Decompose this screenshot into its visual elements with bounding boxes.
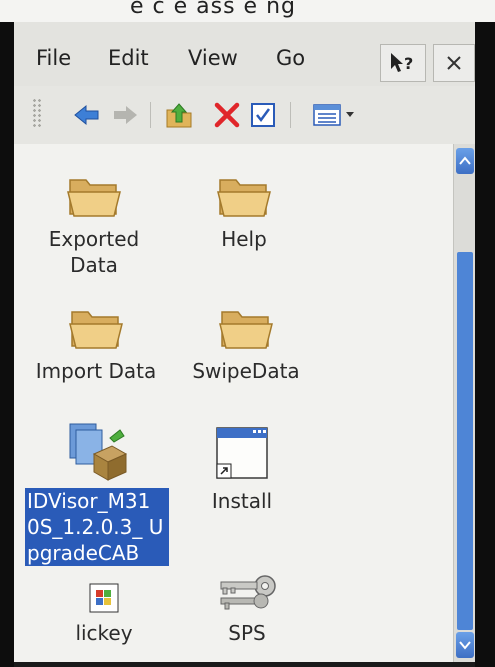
cab-package-icon xyxy=(69,423,128,481)
app-icon xyxy=(89,583,119,613)
file-label-selected: IDVisor_M31 0S_1.2.0.3_ UpgradeCAB xyxy=(25,488,169,566)
file-label: Import Data xyxy=(35,359,157,383)
scroll-up-button[interactable] xyxy=(456,148,474,174)
folder-icon xyxy=(67,179,121,217)
toolbar-separator xyxy=(150,102,151,128)
file-label: SwipeData xyxy=(192,359,300,383)
back-arrow-icon xyxy=(74,104,99,126)
file-label: Install xyxy=(211,489,273,513)
delete-x-icon xyxy=(214,102,240,128)
folder-icon xyxy=(69,311,123,349)
shortcut-window-icon xyxy=(216,427,268,479)
up-folder-button[interactable] xyxy=(162,98,196,132)
file-label: Help xyxy=(221,227,267,251)
file-item-exported-data[interactable]: Exported Data xyxy=(32,170,156,278)
file-label: SPS xyxy=(228,621,266,645)
top-strip: e c e ass e ng xyxy=(0,0,495,22)
view-list-icon xyxy=(313,104,354,126)
file-item-sps[interactable]: SPS xyxy=(202,570,292,646)
file-item-install[interactable]: Install xyxy=(192,424,292,514)
menu-edit[interactable]: Edit xyxy=(108,46,149,70)
vertical-scrollbar[interactable] xyxy=(453,144,475,662)
file-item-idvisor-upgradecab[interactable]: IDVisor_M31 0S_1.2.0.3_ UpgradeCAB xyxy=(22,420,172,566)
close-button[interactable] xyxy=(433,44,475,82)
chevron-down-icon xyxy=(459,641,471,650)
keys-icon xyxy=(220,575,276,610)
close-icon xyxy=(447,56,461,70)
svg-text:?: ? xyxy=(404,54,413,73)
forward-arrow-icon xyxy=(114,106,137,124)
delete-button[interactable] xyxy=(210,98,244,132)
file-label: Exported Data xyxy=(48,227,140,277)
properties-button[interactable] xyxy=(246,98,280,132)
scroll-down-button[interactable] xyxy=(456,632,474,658)
help-button[interactable]: ? xyxy=(380,44,426,82)
file-item-lickey[interactable]: lickey xyxy=(54,582,154,646)
toolbar-separator xyxy=(290,102,291,128)
device-bezel-left xyxy=(0,22,14,667)
back-button[interactable] xyxy=(70,98,104,132)
menu-bar: File Edit View Go ? xyxy=(14,22,475,86)
scroll-thumb[interactable] xyxy=(457,252,473,630)
menu-go[interactable]: Go xyxy=(276,46,305,70)
file-label: lickey xyxy=(75,621,133,645)
help-arrow-icon: ? xyxy=(391,53,413,73)
screen: File Edit View Go ? Exported Data Help I… xyxy=(14,22,475,662)
menu-view[interactable]: View xyxy=(188,46,238,70)
chevron-up-icon xyxy=(459,156,471,165)
file-item-help[interactable]: Help xyxy=(194,170,294,252)
folder-icon xyxy=(219,311,273,349)
forward-button[interactable] xyxy=(108,98,142,132)
folder-up-icon xyxy=(166,103,192,128)
file-item-import-data[interactable]: Import Data xyxy=(28,302,164,384)
folder-icon xyxy=(217,179,271,217)
properties-icon xyxy=(251,103,275,127)
toolbar-grip[interactable] xyxy=(32,98,42,128)
cut-off-text: e c e ass e ng xyxy=(130,0,296,19)
menu-file[interactable]: File xyxy=(36,46,71,70)
views-dropdown-button[interactable] xyxy=(310,98,360,132)
file-item-swipedata[interactable]: SwipeData xyxy=(178,302,314,384)
device-bezel-right xyxy=(475,22,495,667)
